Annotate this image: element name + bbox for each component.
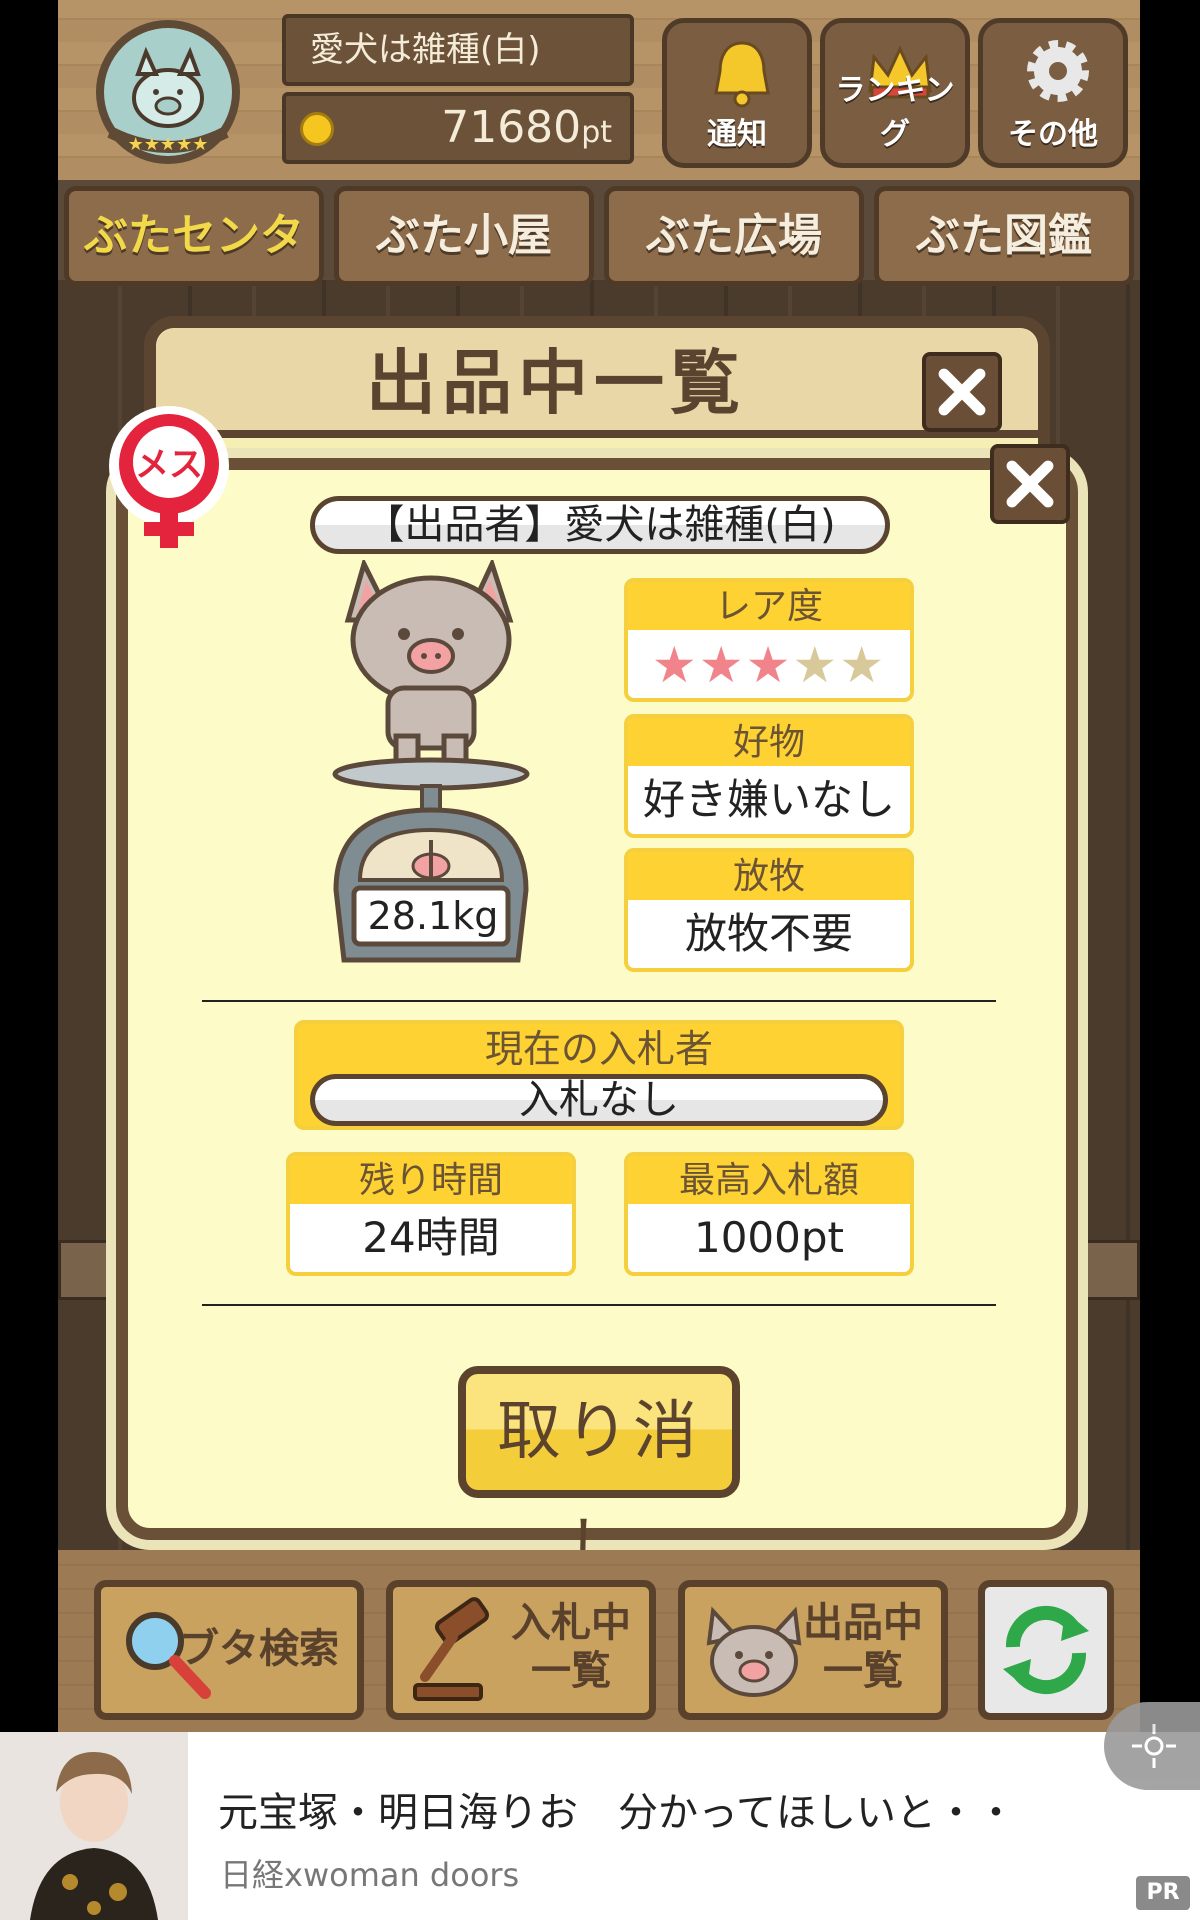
highest-bid-value: 1000pt bbox=[693, 1213, 844, 1262]
female-badge: メス bbox=[104, 404, 234, 554]
bidding-list-label-line2: 一覧 bbox=[531, 1648, 611, 1694]
tab-buta-center[interactable]: ぶたセンター bbox=[64, 186, 324, 351]
points-value: 71680 bbox=[441, 102, 582, 153]
tab-buta-barn[interactable]: ぶた小屋 bbox=[334, 186, 594, 286]
bidding-list-button[interactable]: 入札中 一覧 bbox=[386, 1580, 656, 1720]
bell-icon bbox=[714, 41, 770, 108]
listing-list-label-line1: 出品中 bbox=[803, 1600, 923, 1646]
time-left-label: 残り時間 bbox=[290, 1156, 572, 1204]
ranking-label: ランキング bbox=[835, 73, 955, 152]
notification-label: 通知 bbox=[707, 117, 767, 152]
grazing-card: 放牧 放牧不要 bbox=[624, 848, 914, 972]
other-button[interactable]: その他 bbox=[978, 18, 1128, 168]
ranking-button[interactable]: ランキング bbox=[820, 18, 970, 168]
listing-close-button[interactable] bbox=[922, 352, 1002, 432]
gear-icon bbox=[1027, 40, 1089, 102]
highest-bid-label: 最高入札額 bbox=[628, 1156, 910, 1204]
listing-title: 出品中一覧 bbox=[366, 342, 746, 424]
ad-source: 日経xwoman doors bbox=[220, 1856, 520, 1894]
user-name: 愛犬は雑種(白) bbox=[282, 14, 634, 86]
close-icon bbox=[1006, 460, 1054, 508]
header-bar: ★★★★★ 愛犬は雑種(白) 71680pt 通知 ランキング その他 bbox=[58, 0, 1140, 180]
refresh-icon bbox=[1003, 1605, 1089, 1695]
listing-title-bar: 出品中一覧 bbox=[156, 328, 1038, 438]
divider bbox=[202, 1000, 996, 1002]
close-icon bbox=[938, 368, 986, 416]
listing-list-label-line2: 一覧 bbox=[823, 1648, 903, 1694]
dialog-close-button[interactable] bbox=[990, 444, 1070, 524]
favorite-value: 好き嫌いなし bbox=[642, 775, 895, 824]
rarity-card: レア度 ★★★★★ bbox=[624, 578, 914, 702]
floating-assist-button[interactable] bbox=[1104, 1702, 1200, 1790]
star-empty-icon: ★ bbox=[839, 636, 887, 694]
rarity-stars: ★★★★★ bbox=[628, 630, 910, 698]
sparkle-icon bbox=[1132, 1724, 1176, 1768]
listing-list-label: 出品中 一覧 bbox=[803, 1599, 923, 1695]
star-filled-icon: ★ bbox=[651, 636, 699, 694]
bidding-list-label: 入札中 一覧 bbox=[511, 1599, 631, 1695]
star-filled-icon: ★ bbox=[745, 636, 793, 694]
ad-banner[interactable]: 元宝塚・明日海りお 分かってほしいと・・ 日経xwoman doors bbox=[0, 1732, 1200, 1920]
pig-face-icon bbox=[706, 1606, 802, 1697]
pig-search-button[interactable]: ブタ検索 bbox=[94, 1580, 364, 1720]
tab-buta-encyclopedia[interactable]: ぶた図鑑 bbox=[874, 186, 1134, 286]
current-bidder-label: 現在の入札者 bbox=[484, 1027, 713, 1071]
ad-photo[interactable] bbox=[0, 1732, 188, 1920]
listing-list-button[interactable]: 出品中 一覧 bbox=[678, 1580, 948, 1720]
ad-pr-badge: PR bbox=[1136, 1876, 1190, 1910]
avatar[interactable]: ★★★★★ bbox=[80, 12, 256, 172]
grazing-value: 放牧不要 bbox=[684, 909, 853, 958]
other-label: その他 bbox=[1008, 117, 1098, 152]
seller-name: 【出品者】愛犬は雑種(白) bbox=[310, 496, 890, 554]
divider bbox=[202, 1304, 996, 1306]
points-unit: pt bbox=[581, 115, 612, 150]
gavel-icon bbox=[413, 1597, 490, 1701]
points-display: 71680pt bbox=[282, 92, 634, 164]
star-filled-icon: ★ bbox=[698, 636, 746, 694]
notification-button[interactable]: 通知 bbox=[662, 18, 812, 168]
refresh-button[interactable] bbox=[978, 1580, 1114, 1720]
pig-search-label: ブタ検索 bbox=[179, 1626, 339, 1672]
svg-text:★★★★★: ★★★★★ bbox=[128, 134, 209, 155]
bidding-list-label-line1: 入札中 bbox=[511, 1600, 631, 1646]
cancel-listing-button[interactable]: 取り消し bbox=[458, 1366, 740, 1585]
time-left-card: 残り時間 24時間 bbox=[286, 1152, 576, 1276]
current-bidder-value: 入札なし bbox=[310, 1074, 888, 1126]
ad-title[interactable]: 元宝塚・明日海りお 分かってほしいと・・ bbox=[218, 1780, 1016, 1838]
coin-icon bbox=[300, 112, 334, 146]
time-left-value: 24時間 bbox=[362, 1213, 500, 1262]
current-bidder-card: 現在の入札者 入札なし bbox=[294, 1020, 904, 1130]
favorite-food-card: 好物 好き嫌いなし bbox=[624, 714, 914, 838]
star-empty-icon: ★ bbox=[792, 636, 840, 694]
grazing-label: 放牧 bbox=[628, 852, 910, 900]
tab-buta-plaza[interactable]: ぶた広場 bbox=[604, 186, 864, 286]
favorite-label: 好物 bbox=[628, 718, 910, 766]
rarity-label: レア度 bbox=[628, 582, 910, 630]
gender-label: メス bbox=[135, 445, 203, 485]
highest-bid-card: 最高入札額 1000pt bbox=[624, 1152, 914, 1276]
weight-value: 28.1kg bbox=[367, 894, 499, 938]
